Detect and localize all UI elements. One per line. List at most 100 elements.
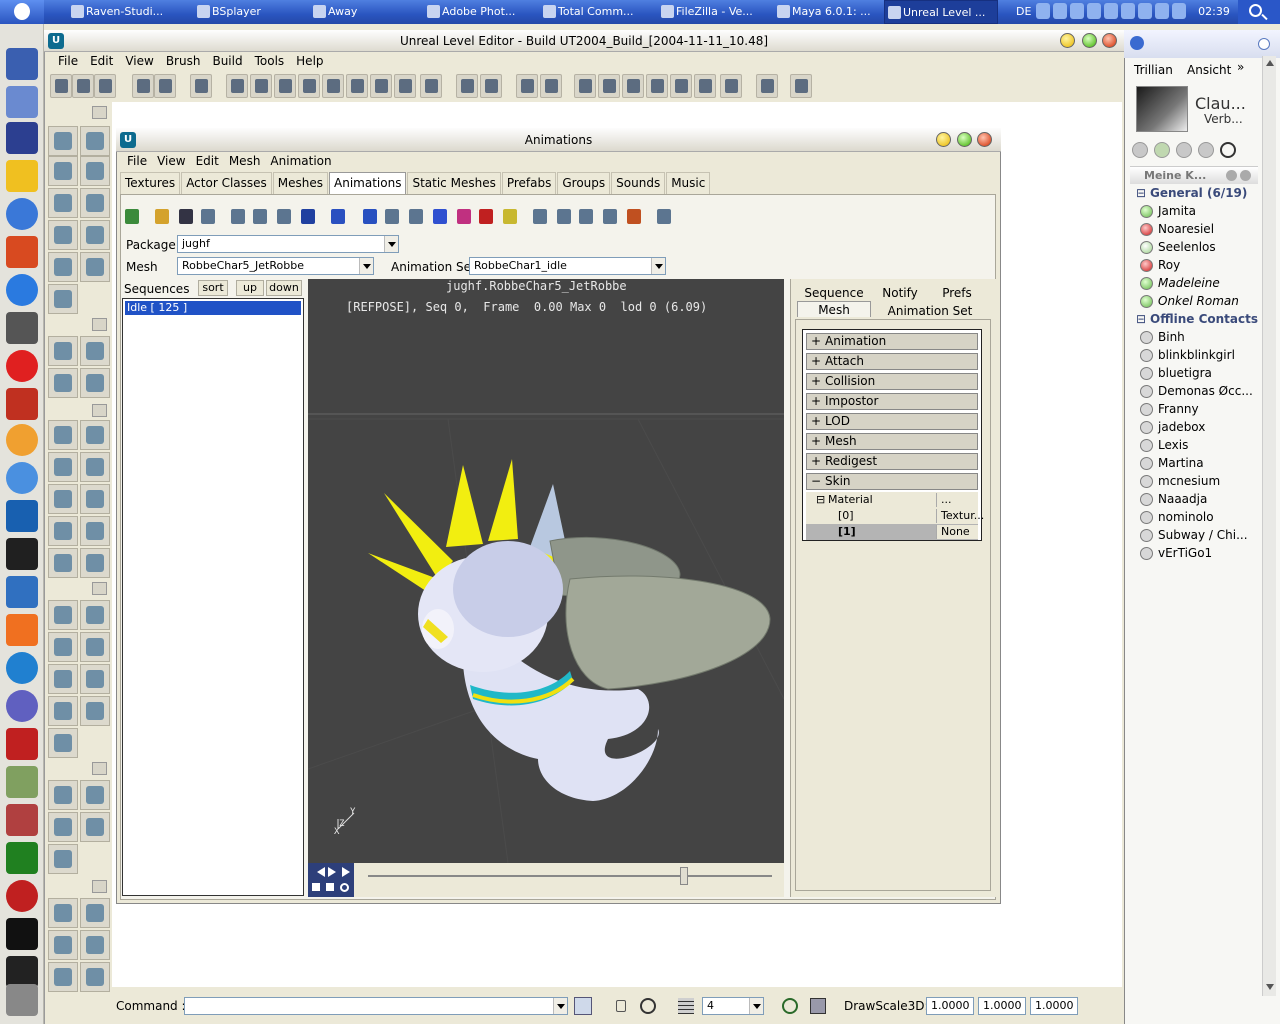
light2-button[interactable] [622, 74, 644, 98]
list-item[interactable]: Idle [ 125 ] [125, 301, 301, 315]
tab-textures[interactable]: Textures [120, 172, 181, 194]
menu-tools[interactable]: Tools [249, 52, 291, 70]
dock-app-icon[interactable] [6, 236, 38, 268]
up-button[interactable]: up [236, 280, 264, 296]
tab-animation-set[interactable]: Animation Set [875, 303, 985, 319]
minimize-button[interactable] [1060, 33, 1075, 48]
contact-item[interactable]: Naaadja [1140, 492, 1207, 506]
contact-item[interactable]: nominolo [1140, 510, 1214, 524]
tray-icon[interactable] [1036, 3, 1050, 19]
open-button[interactable] [72, 74, 94, 98]
light-button[interactable] [598, 74, 620, 98]
import-lod-button[interactable] [274, 206, 294, 228]
contact-item[interactable]: blinkblinkgirl [1140, 348, 1235, 362]
task-button-5[interactable]: FileZilla - Ve... [658, 0, 768, 24]
menu-file[interactable]: File [122, 152, 152, 170]
material-0-value[interactable]: Textur... [936, 509, 984, 523]
dock-app-icon[interactable] [6, 690, 38, 722]
drawscale-x-input[interactable]: 1.0000 [926, 997, 974, 1015]
menu-edit[interactable]: Edit [84, 52, 119, 70]
rewind-icon[interactable] [312, 883, 320, 891]
actor-properties-button[interactable] [226, 74, 248, 98]
menu-edit[interactable]: Edit [191, 152, 224, 170]
next-frame-icon[interactable] [342, 867, 355, 877]
texture-browser-button[interactable] [322, 74, 344, 98]
tab-groups[interactable]: Groups [557, 172, 611, 194]
dock-app-icon[interactable] [6, 122, 38, 154]
csg-intersect-button[interactable] [48, 632, 78, 662]
terrain-button[interactable] [456, 74, 478, 98]
dock-app-icon[interactable] [6, 350, 38, 382]
timeline-track[interactable] [368, 875, 772, 877]
open-button[interactable] [152, 206, 172, 228]
fast-forward-icon[interactable] [326, 883, 334, 891]
contact-item[interactable]: Roy [1140, 258, 1180, 272]
task-button-1[interactable]: BSplayer [194, 0, 304, 24]
status-icon[interactable] [1176, 142, 1192, 158]
dock-app-icon[interactable] [6, 312, 38, 344]
material-1-value[interactable]: None [936, 525, 978, 539]
task-button-7[interactable]: Unreal Level ... [884, 0, 998, 24]
dock-app-icon[interactable] [6, 86, 38, 118]
csg-deintersect-button[interactable] [80, 632, 110, 662]
find-button[interactable] [190, 74, 212, 98]
invert-selection-button[interactable] [80, 812, 110, 842]
mesh-viewport[interactable]: jughf.RobbeChar5_JetRobbe [REFPOSE], Seq… [308, 279, 784, 863]
view-normals-button[interactable] [476, 206, 496, 228]
tab-animations[interactable]: Animations [329, 172, 407, 194]
csg-add-button[interactable] [48, 600, 78, 630]
save-button[interactable] [176, 206, 196, 228]
dock-app-icon[interactable] [6, 652, 38, 684]
status-icon[interactable] [1198, 142, 1214, 158]
section-collapse-button[interactable] [92, 880, 107, 893]
apple-menu-button[interactable] [0, 0, 44, 24]
prev-frame-icon[interactable] [312, 867, 325, 877]
dock-app-icon[interactable] [6, 500, 38, 532]
tray-icon[interactable] [1053, 3, 1067, 19]
menu-build[interactable]: Build [206, 52, 248, 70]
snap-button[interactable] [80, 930, 110, 960]
show-selected-button[interactable] [48, 780, 78, 810]
path2-button[interactable] [670, 74, 692, 98]
material-1-row[interactable]: [1] None [806, 524, 978, 540]
task-button-3[interactable]: Adobe Phot... [424, 0, 534, 24]
tray-icon[interactable] [1138, 3, 1152, 19]
drawscale-z-input[interactable]: 1.0000 [1030, 997, 1078, 1015]
contact-item[interactable]: vErTiGo1 [1140, 546, 1212, 560]
cone-brush-button[interactable] [80, 516, 110, 546]
volumetric-brush-button[interactable] [48, 548, 78, 578]
stretch-mode-button[interactable] [48, 252, 78, 282]
settings-button[interactable] [720, 74, 742, 98]
minimize-button[interactable] [936, 132, 951, 147]
contact-item[interactable]: Binh [1140, 330, 1185, 344]
tool-a-button[interactable] [530, 206, 550, 228]
animset-select[interactable]: RobbeChar1_idle [469, 257, 666, 275]
chevron-down-icon[interactable] [384, 236, 398, 252]
loop-icon[interactable] [340, 883, 349, 892]
tray-icon[interactable] [1087, 3, 1101, 19]
close-button[interactable] [1102, 33, 1117, 48]
lod-button[interactable] [654, 206, 674, 228]
tool-d-button[interactable] [600, 206, 620, 228]
drawscale-y-input[interactable]: 1.0000 [978, 997, 1026, 1015]
clip3-button[interactable] [48, 368, 78, 398]
tray-icon[interactable] [1155, 3, 1169, 19]
build-lighting-button[interactable] [540, 74, 562, 98]
save-button[interactable] [94, 74, 116, 98]
hide-selected-button[interactable] [80, 780, 110, 810]
contact-item[interactable]: Seelenlos [1140, 240, 1216, 254]
tab-mesh[interactable]: Mesh [797, 301, 871, 317]
profile-status[interactable]: Verb... [1204, 112, 1243, 126]
select-inside-button[interactable] [48, 812, 78, 842]
close-button[interactable] [977, 132, 992, 147]
down-button[interactable]: down [266, 280, 302, 296]
menu-help[interactable]: Help [290, 52, 329, 70]
contact-item[interactable]: Martina [1140, 456, 1204, 470]
maximize-button[interactable] [1082, 33, 1097, 48]
browser-button[interactable] [122, 206, 142, 228]
music-browser-button[interactable] [274, 74, 296, 98]
contact-item[interactable]: Noaresiel [1140, 222, 1214, 236]
contact-item[interactable]: Demonas Øcc... [1140, 384, 1253, 398]
context-help-button[interactable] [790, 74, 812, 98]
static-mesh-button[interactable] [370, 74, 392, 98]
